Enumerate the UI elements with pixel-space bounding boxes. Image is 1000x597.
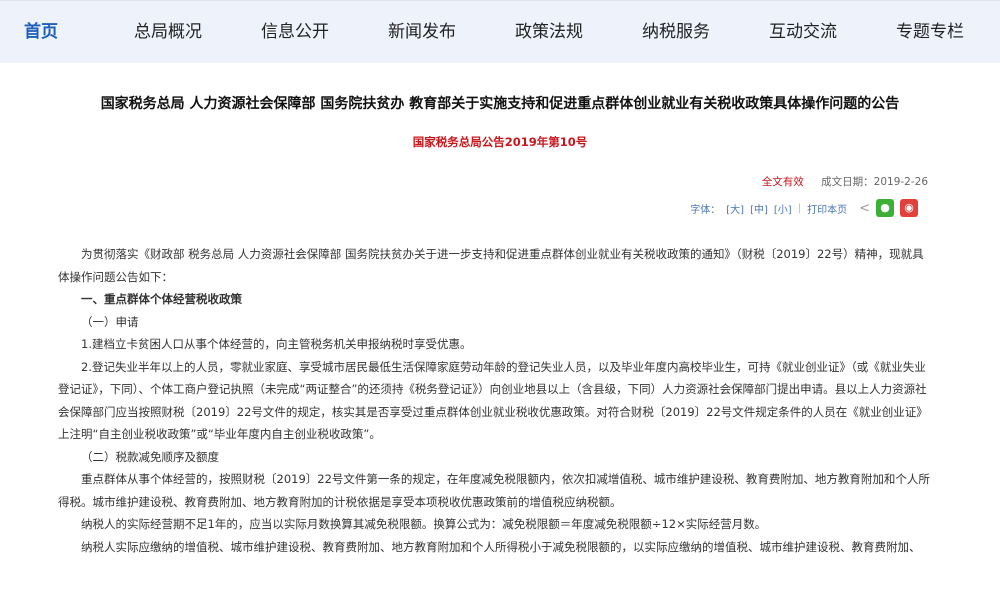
article-tools: 字体： [大] [中] [小] | 打印本页 < ● ◉: [690, 198, 918, 218]
article-meta: 全文有效 成文日期：2019-2-26: [762, 174, 928, 189]
nav-item-tax-service[interactable]: 纳税服务: [636, 1, 716, 63]
document-number: 国家税务总局公告2019年第10号: [412, 135, 588, 149]
section-heading: 一、重点群体个体经营税收政策: [81, 292, 242, 306]
paragraph: 为贯彻落实《财政部 税务总局 人力资源社会保障部 国务院扶贫办关于进一步支持和促…: [58, 247, 924, 284]
validity-status: 全文有效: [761, 176, 804, 188]
article-title: 国家税务总局 人力资源社会保障部 国务院扶贫办 教育部关于实施支持和促进重点群体…: [100, 96, 900, 112]
font-small-button[interactable]: [小]: [774, 201, 792, 216]
nav-item-interaction[interactable]: 互动交流: [763, 1, 843, 63]
wechat-icon[interactable]: ●: [876, 199, 894, 217]
paragraph: 重点群体从事个体经营的，按照财税〔2019〕22号文件第一条的规定，在年度减免税…: [58, 472, 930, 509]
subsection-heading: （一）申请: [81, 314, 139, 329]
paragraph: 纳税人实际应缴纳的增值税、城市维护建设税、教育费附加、地方教育附加和个人所得税小…: [81, 539, 921, 554]
nav-item-overview[interactable]: 总局概况: [128, 1, 208, 63]
paragraph: 1.建档立卡贫困人口从事个体经营的，向主管税务机关申报纳税时享受优惠。: [81, 337, 472, 351]
font-medium-button[interactable]: [中]: [750, 201, 768, 216]
print-button[interactable]: 打印本页: [807, 201, 847, 216]
paragraph: 纳税人的实际经营期不足1年的，应当以实际月数换算其减免税限额。换算公式为：减免税…: [81, 517, 767, 531]
nav-item-info-disclosure[interactable]: 信息公开: [255, 1, 335, 63]
font-large-button[interactable]: [大]: [726, 201, 744, 216]
nav-item-news[interactable]: 新闻发布: [382, 1, 462, 63]
issue-date: 成文日期：2019-2-26: [821, 176, 928, 188]
article-body: 为贯彻落实《财政部 税务总局 人力资源社会保障部 国务院扶贫办关于进一步支持和促…: [58, 243, 930, 558]
divider: |: [797, 202, 802, 214]
paragraph: 2.登记失业半年以上的人员，零就业家庭、享受城市居民最低生活保障家庭劳动年龄的登…: [58, 359, 928, 442]
main-nav: 首页 总局概况 信息公开 新闻发布 政策法规 纳税服务 互动交流 专题专栏: [0, 0, 1000, 63]
share-icon[interactable]: <: [859, 201, 870, 216]
weibo-icon[interactable]: ◉: [900, 199, 918, 217]
nav-item-home[interactable]: 首页: [10, 1, 72, 63]
nav-item-policy[interactable]: 政策法规: [509, 1, 589, 63]
font-size-label: 字体：: [690, 204, 721, 216]
nav-item-special-topics[interactable]: 专题专栏: [890, 1, 970, 63]
subsection-heading: （二）税款减免顺序及额度: [81, 449, 219, 464]
